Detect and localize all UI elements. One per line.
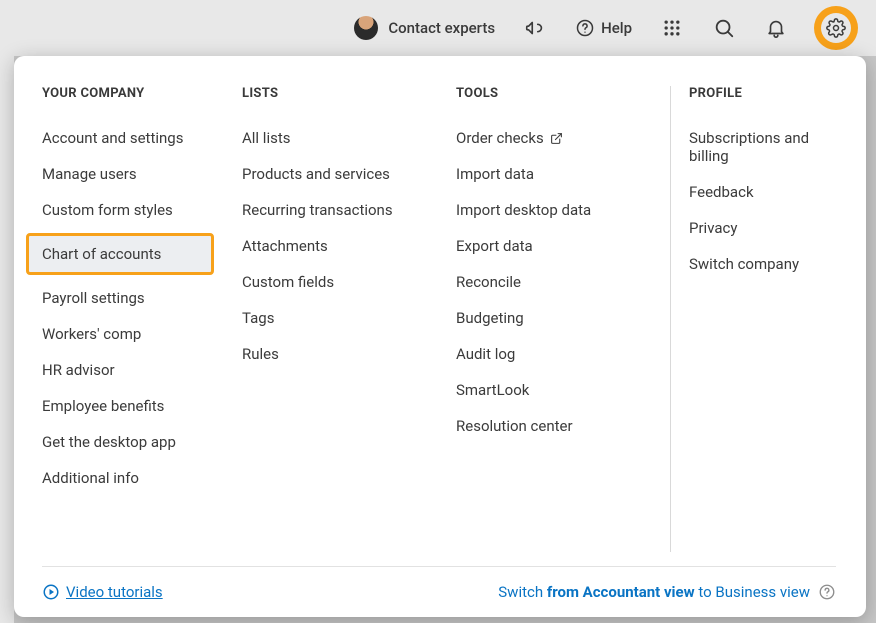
play-circle-icon	[42, 583, 60, 601]
help-label: Help	[601, 19, 632, 37]
menu-account-and-settings[interactable]: Account and settings	[42, 129, 242, 147]
obscured-left-strip	[0, 56, 14, 623]
column-header-profile: PROFILE	[689, 86, 836, 101]
menu-subscriptions-billing[interactable]: Subscriptions and billing	[689, 129, 836, 165]
apps-grid-icon[interactable]	[660, 16, 684, 40]
menu-products-services[interactable]: Products and services	[242, 165, 456, 183]
contact-experts-button[interactable]: Contact experts	[354, 16, 495, 40]
menu-manage-users[interactable]: Manage users	[42, 165, 242, 183]
menu-rules[interactable]: Rules	[242, 345, 456, 363]
column-header-your-company: YOUR COMPANY	[42, 86, 242, 101]
menu-import-data[interactable]: Import data	[456, 165, 662, 183]
menu-import-desktop-data[interactable]: Import desktop data	[456, 201, 662, 219]
external-link-icon	[550, 132, 563, 145]
menu-additional-info[interactable]: Additional info	[42, 469, 242, 487]
menu-switch-company[interactable]: Switch company	[689, 255, 836, 273]
column-header-tools: TOOLS	[456, 86, 662, 101]
notifications-bell-icon[interactable]	[764, 16, 788, 40]
help-circle-icon	[818, 583, 836, 601]
menu-feedback[interactable]: Feedback	[689, 183, 836, 201]
menu-resolution-center[interactable]: Resolution center	[456, 417, 662, 435]
menu-export-data[interactable]: Export data	[456, 237, 662, 255]
menu-tags[interactable]: Tags	[242, 309, 456, 327]
menu-privacy[interactable]: Privacy	[689, 219, 836, 237]
menu-smartlook[interactable]: SmartLook	[456, 381, 662, 399]
menu-workers-comp[interactable]: Workers' comp	[42, 325, 242, 343]
menu-attachments[interactable]: Attachments	[242, 237, 456, 255]
menu-all-lists[interactable]: All lists	[242, 129, 456, 147]
menu-custom-fields[interactable]: Custom fields	[242, 273, 456, 291]
search-icon[interactable]	[712, 16, 736, 40]
contact-experts-label: Contact experts	[388, 19, 495, 37]
column-header-lists: LISTS	[242, 86, 456, 101]
top-nav-bar: Contact experts Help	[0, 0, 876, 56]
video-tutorials-link[interactable]: Video tutorials	[42, 583, 163, 601]
menu-employee-benefits[interactable]: Employee benefits	[42, 397, 242, 415]
menu-order-checks[interactable]: Order checks	[456, 129, 662, 147]
column-divider	[670, 86, 671, 552]
megaphone-icon[interactable]	[523, 16, 547, 40]
menu-audit-log[interactable]: Audit log	[456, 345, 662, 363]
settings-panel: YOUR COMPANY Account and settings Manage…	[14, 56, 866, 617]
settings-gear-button[interactable]	[816, 8, 856, 48]
help-button[interactable]: Help	[575, 18, 632, 38]
video-tutorials-label: Video tutorials	[66, 583, 163, 601]
menu-payroll-settings[interactable]: Payroll settings	[42, 289, 242, 307]
menu-reconcile[interactable]: Reconcile	[456, 273, 662, 291]
column-profile: PROFILE Subscriptions and billing Feedba…	[689, 86, 836, 552]
expert-avatar-icon	[354, 16, 378, 40]
menu-get-desktop-app[interactable]: Get the desktop app	[42, 433, 242, 451]
column-lists: LISTS All lists Products and services Re…	[242, 86, 456, 552]
panel-footer: Video tutorials Switch from Accountant v…	[42, 566, 836, 601]
menu-order-checks-label: Order checks	[456, 129, 544, 147]
gear-icon	[826, 18, 846, 38]
switch-view-text: Switch from Accountant view to Business …	[498, 583, 810, 601]
menu-chart-of-accounts[interactable]: Chart of accounts	[26, 233, 214, 275]
menu-custom-form-styles[interactable]: Custom form styles	[42, 201, 242, 219]
menu-budgeting[interactable]: Budgeting	[456, 309, 662, 327]
switch-view-link[interactable]: Switch from Accountant view to Business …	[498, 583, 836, 601]
menu-hr-advisor[interactable]: HR advisor	[42, 361, 242, 379]
column-tools: TOOLS Order checks Import data Import de…	[456, 86, 662, 552]
menu-recurring-transactions[interactable]: Recurring transactions	[242, 201, 456, 219]
column-your-company: YOUR COMPANY Account and settings Manage…	[42, 86, 242, 552]
